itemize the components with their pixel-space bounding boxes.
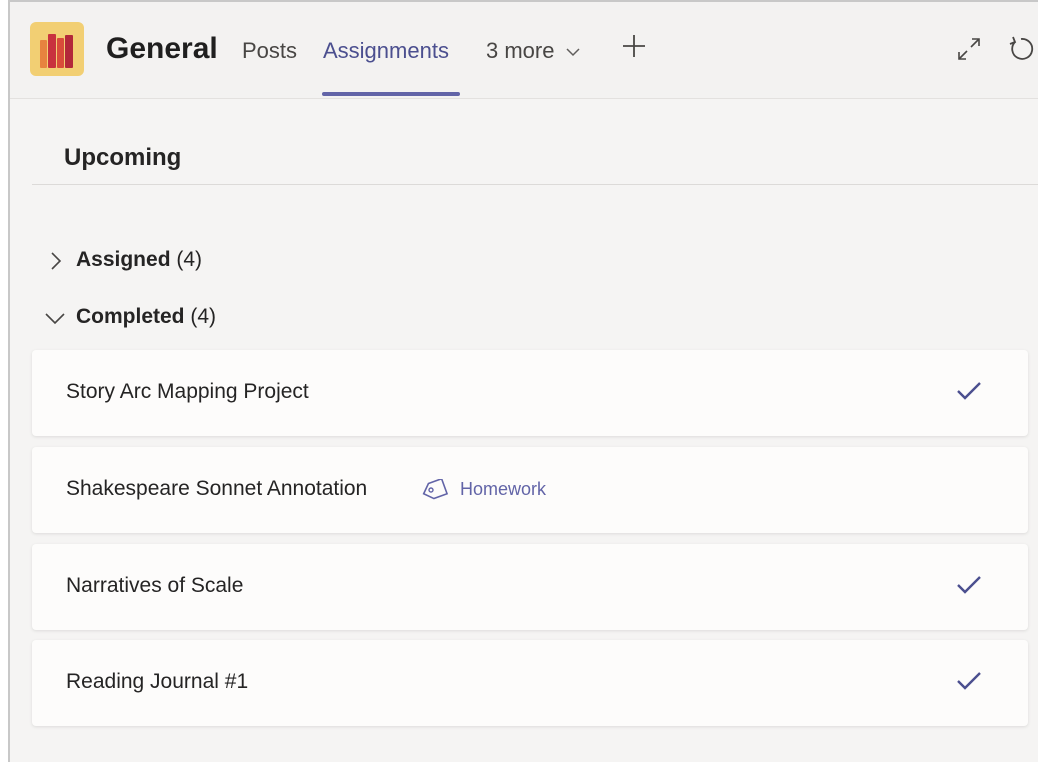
assignments-window: General Posts Assignments 3 more Upcomin… [8, 0, 1038, 762]
group-count: (4) [176, 248, 203, 271]
tag-label: Homework [460, 479, 547, 499]
assignment-title: Shakespeare Sonnet Annotation [66, 477, 368, 500]
plus-icon [623, 35, 645, 57]
assignment-card[interactable]: Story Arc Mapping Project [32, 350, 1028, 436]
tab-assignments[interactable]: Assignments [323, 38, 449, 64]
checkmark-icon [957, 576, 981, 594]
expand-icon[interactable] [956, 36, 982, 62]
books-icon [30, 22, 84, 76]
channel-header: General Posts Assignments 3 more [10, 2, 1038, 99]
assignment-title: Narratives of Scale [66, 574, 244, 597]
chevron-right-icon [51, 252, 62, 270]
assignment-card[interactable]: Reading Journal #1 [32, 640, 1028, 726]
assignment-card[interactable]: Shakespeare Sonnet Annotation Homework [32, 447, 1028, 533]
chevron-down-icon [45, 313, 65, 325]
chevron-down-icon [566, 48, 580, 57]
assignment-title: Reading Journal #1 [66, 670, 249, 693]
checkmark-icon [957, 672, 981, 690]
tab-posts[interactable]: Posts [242, 38, 297, 64]
assignment-card[interactable]: Narratives of Scale [32, 544, 1028, 630]
section-title: Upcoming [64, 144, 182, 171]
refresh-icon[interactable] [1006, 34, 1036, 64]
assignment-title: Story Arc Mapping Project [66, 380, 309, 403]
active-tab-indicator [322, 92, 460, 96]
tab-more[interactable]: 3 more [486, 38, 581, 64]
add-tab-button[interactable] [620, 30, 648, 69]
tag-icon [422, 479, 448, 500]
checkmark-icon [957, 382, 981, 400]
group-count: (4) [190, 305, 217, 328]
group-label: Assigned [76, 248, 171, 271]
section-divider [32, 184, 1038, 185]
group-label: Completed [76, 305, 185, 328]
tab-more-label: 3 more [486, 38, 555, 63]
channel-title: General [106, 32, 218, 65]
